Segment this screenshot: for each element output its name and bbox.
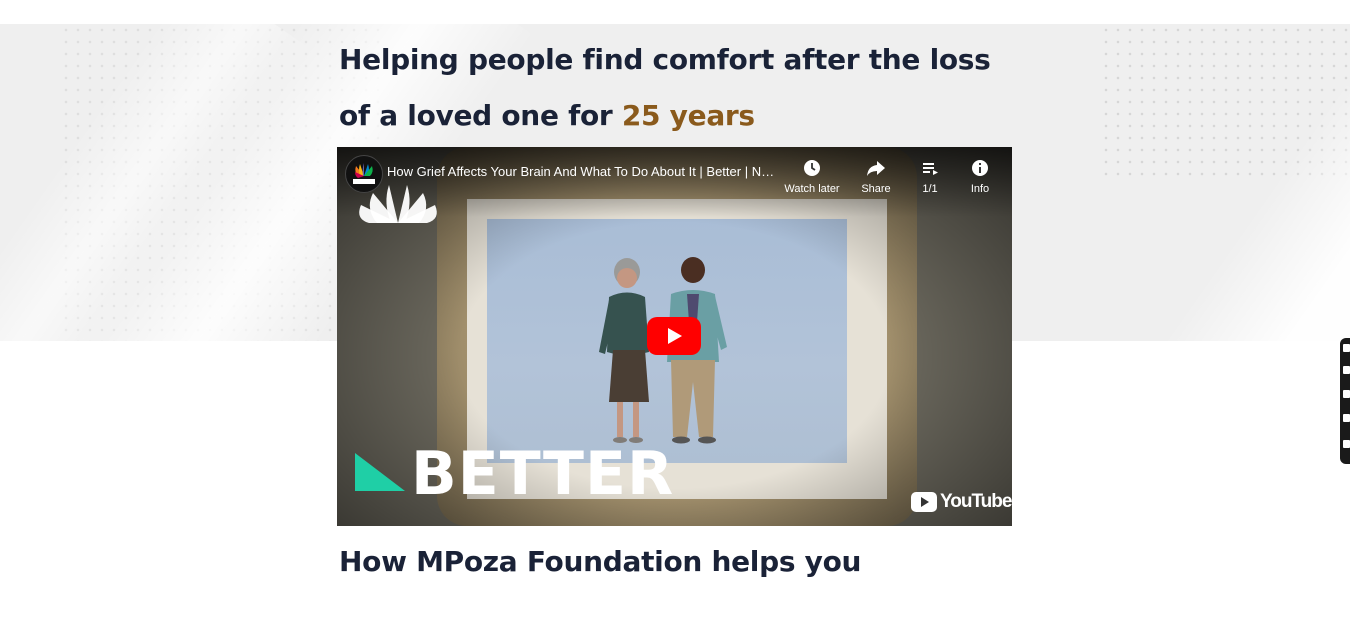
info-icon xyxy=(972,160,988,176)
watch-later-label: Watch later xyxy=(784,183,840,195)
better-triangle-icon xyxy=(355,453,405,491)
link-icon[interactable] xyxy=(1343,344,1350,352)
nbc-watermark-icon xyxy=(359,185,437,223)
info-button[interactable]: Info xyxy=(948,157,1012,195)
play-button[interactable] xyxy=(647,317,701,355)
share-label: Share xyxy=(861,183,891,195)
page: Helping people find comfort after the lo… xyxy=(0,0,1350,622)
section-partial-text: ... ... ... ... ... xyxy=(520,612,589,622)
playlist-icon xyxy=(923,163,938,175)
playlist-count: 1/1 xyxy=(922,183,938,195)
copy-icon[interactable] xyxy=(1343,414,1350,422)
better-overlay: BETTER xyxy=(355,439,674,509)
video-title-link[interactable]: How Grief Affects Your Brain And What To… xyxy=(387,164,777,179)
better-brand-text: BETTER xyxy=(411,439,675,509)
youtube-logo-link[interactable]: YouTube xyxy=(911,491,1012,513)
headline-accent-years: 25 years xyxy=(621,99,755,132)
square-icon[interactable] xyxy=(1343,390,1350,398)
info-label: Info xyxy=(970,183,990,195)
settings-icon[interactable] xyxy=(1343,440,1350,448)
youtube-video-embed[interactable]: How Grief Affects Your Brain And What To… xyxy=(337,147,1012,526)
youtube-logo-text: YouTube xyxy=(940,491,1012,512)
section-heading: How MPoza Foundation helps you xyxy=(339,545,862,578)
hero-headline: Helping people find comfort after the lo… xyxy=(339,32,1019,144)
side-toolbar[interactable] xyxy=(1340,338,1350,464)
share-arrow-icon xyxy=(867,161,885,176)
watch-later-button[interactable]: Watch later xyxy=(780,157,844,195)
youtube-play-icon xyxy=(911,492,937,512)
image-icon[interactable] xyxy=(1343,366,1350,374)
clock-icon xyxy=(804,160,820,176)
